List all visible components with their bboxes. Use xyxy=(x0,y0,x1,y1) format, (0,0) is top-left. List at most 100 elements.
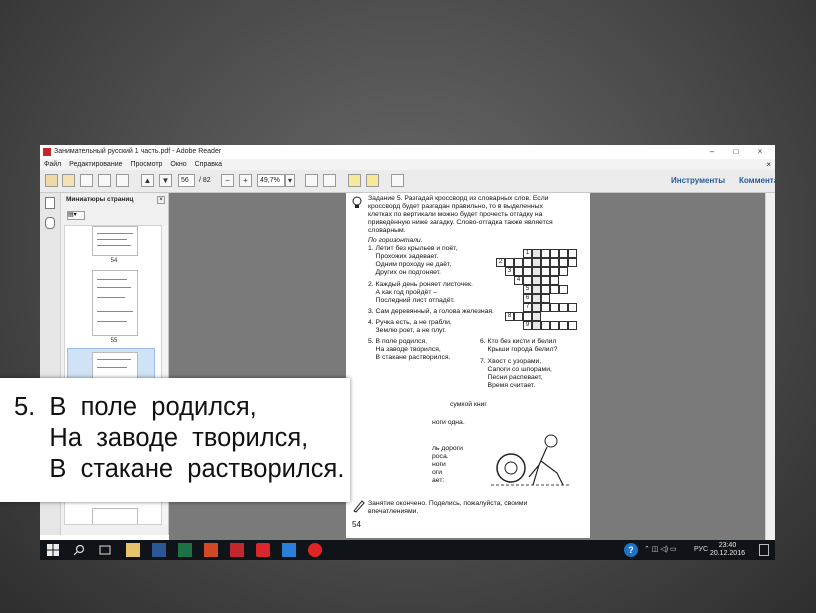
notifications-icon[interactable] xyxy=(759,544,769,556)
task-view-icon[interactable] xyxy=(98,543,112,557)
partial-line: ает: xyxy=(432,477,445,484)
page-thumbnail-54[interactable] xyxy=(92,226,138,256)
partial-line: оги xyxy=(432,469,443,476)
partial-line: сумкой книг xyxy=(450,401,487,408)
document-scrollbar[interactable] xyxy=(765,193,775,540)
clue-line: Других он подгоняет. xyxy=(368,269,441,276)
zoom-line: В стакане растворился. xyxy=(14,455,345,483)
file-explorer-icon[interactable] xyxy=(126,543,140,557)
task-line: словарным. xyxy=(368,227,406,234)
illustration-boy-with-wheel xyxy=(491,434,571,486)
partial-line: ноги одна. xyxy=(432,419,465,426)
menu-window[interactable]: Окно xyxy=(170,161,186,168)
fit-page-icon[interactable] xyxy=(323,174,336,187)
clue-line: Время считает. xyxy=(480,382,536,389)
expand-icon[interactable] xyxy=(391,174,404,187)
open-icon[interactable] xyxy=(62,174,75,187)
clue-line: Песни распевает, xyxy=(480,374,543,381)
powerpoint-icon[interactable] xyxy=(204,543,218,557)
zoom-out-icon[interactable]: − xyxy=(221,174,234,187)
pdf-page: Задание 5. Разгадай кроссворд из словарн… xyxy=(346,193,590,538)
email-icon[interactable] xyxy=(116,174,129,187)
lightbulb-icon xyxy=(352,196,362,208)
minimize-button[interactable]: – xyxy=(702,145,722,159)
comments-tab[interactable]: Комментарии xyxy=(739,174,775,187)
windows-taskbar: ? ⌃ ◫ ◁) ▭ РУС 23:40 20.12.2016 xyxy=(40,540,775,560)
fit-width-icon[interactable] xyxy=(305,174,318,187)
task-line: приведённую ниже загадку. Слово-отгадка … xyxy=(368,219,553,226)
menu-view[interactable]: Просмотр xyxy=(130,161,162,168)
menu-edit[interactable]: Редактирование xyxy=(69,161,122,168)
clue-line: 3. Сам деревянный, а голова железная. xyxy=(368,308,494,315)
clue-line: 2. Каждый день роняет листочек. xyxy=(368,281,473,288)
attachments-icon[interactable] xyxy=(45,217,55,229)
search-icon[interactable] xyxy=(72,543,86,557)
thumbnail-label-54: 54 xyxy=(110,258,118,264)
zoom-dropdown-icon[interactable]: ▾ xyxy=(285,174,295,187)
clock[interactable]: 23:40 20.12.2016 xyxy=(710,542,745,558)
save-icon[interactable] xyxy=(80,174,93,187)
excel-icon[interactable] xyxy=(178,543,192,557)
clue-line: Землю роет, а не плуг. xyxy=(368,327,446,334)
maximize-button[interactable]: □ xyxy=(726,145,746,159)
title-bar: Занимательный русский 1 часть.pdf - Adob… xyxy=(40,145,775,159)
task-header: Задание 5. Разгадай кроссворд из словарн… xyxy=(368,195,549,202)
clue-line: 1. Летит без крыльев и поёт, xyxy=(368,245,458,252)
thumbnail-label-55: 55 xyxy=(110,338,118,344)
clock-date: 20.12.2016 xyxy=(709,550,745,557)
footer-line: впечатлениями. xyxy=(368,508,419,515)
previous-page-icon[interactable]: ▲ xyxy=(141,174,154,187)
close-button[interactable]: × xyxy=(750,145,770,159)
page-number-input[interactable]: 56 xyxy=(178,174,195,187)
tray-icons[interactable]: ⌃ ◫ ◁) ▭ xyxy=(644,540,677,560)
menu-bar: Файл Редактирование Просмотр Окно Справк… xyxy=(40,159,775,170)
clue-line: Последний лист отпадёт. xyxy=(368,297,455,304)
page-total: / 82 xyxy=(199,177,211,184)
clue-line: 6. Кто без кисти и белил xyxy=(480,338,557,345)
clue-line: На заводе творился, xyxy=(368,346,441,353)
clue-line: Прохожих задевает. xyxy=(368,253,439,260)
menu-help[interactable]: Справка xyxy=(195,161,222,168)
pencil-icon xyxy=(353,500,365,513)
help-icon[interactable]: ? xyxy=(624,543,638,557)
windows-start-icon[interactable] xyxy=(46,543,60,557)
clue-line: 5. В поле родился, xyxy=(368,338,428,345)
tools-tab[interactable]: Инструменты xyxy=(671,174,725,187)
partial-line: ль дороги xyxy=(432,445,463,452)
page-thumbnail-55[interactable] xyxy=(92,270,138,336)
zoom-in-icon[interactable]: + xyxy=(239,174,252,187)
comment-icon[interactable] xyxy=(348,174,361,187)
options-button[interactable]: ▤▾ xyxy=(67,211,85,220)
zoom-field[interactable]: 49,7% xyxy=(257,174,285,187)
page-thumbnails-icon[interactable] xyxy=(45,197,55,209)
task-line: кроссворд будет разгадан правильно, то в… xyxy=(368,203,543,210)
dropbox-icon[interactable] xyxy=(282,543,296,557)
clue-line: Одним проходу не даёт, xyxy=(368,261,452,268)
word-icon[interactable] xyxy=(152,543,166,557)
yandex-icon[interactable] xyxy=(256,543,270,557)
partial-line: ноги xyxy=(432,461,446,468)
clue-line: Сапоги со шпорами, xyxy=(480,366,552,373)
clue-line: А как год пройдёт – xyxy=(368,289,438,296)
print-icon[interactable] xyxy=(98,174,111,187)
adobe-reader-taskbar-icon[interactable] xyxy=(230,543,244,557)
clue-line: 7. Хвост с узорами, xyxy=(480,358,542,365)
menu-file[interactable]: Файл xyxy=(44,161,61,168)
clue-line: Крыши города белил? xyxy=(480,346,558,353)
language-indicator[interactable]: РУС xyxy=(694,540,708,560)
footer-line: Занятие окончено. Поделись, пожалуйста, … xyxy=(368,500,528,507)
yandex-browser-icon[interactable] xyxy=(308,543,322,557)
create-pdf-icon[interactable] xyxy=(45,174,58,187)
page-thumbnail-58[interactable] xyxy=(92,508,138,524)
close-document-button[interactable]: × xyxy=(766,159,771,170)
task-line: клетках по вертикали можно будет прочест… xyxy=(368,211,543,218)
clock-time: 23:40 xyxy=(718,542,737,549)
horizontal-title: По горизонтали. xyxy=(368,237,423,244)
next-page-icon[interactable]: ▼ xyxy=(159,174,172,187)
close-panel-icon[interactable]: × xyxy=(157,196,165,204)
zoom-line: 5. В поле родился, xyxy=(14,393,257,421)
highlight-icon[interactable] xyxy=(366,174,379,187)
page-number: 54 xyxy=(352,520,361,529)
window-title: Занимательный русский 1 часть.pdf - Adob… xyxy=(54,148,222,155)
toolbar: ▲ ▼ 56 / 82 − + 49,7% ▾ Инструменты Комм… xyxy=(40,170,775,193)
